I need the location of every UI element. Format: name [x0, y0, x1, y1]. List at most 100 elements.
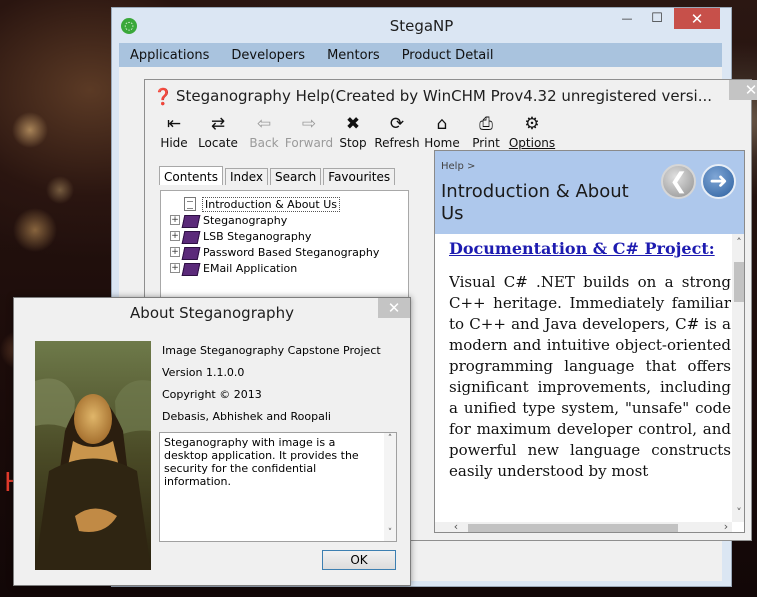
- authors-text: Debasis, Abhishek and Roopali: [162, 410, 331, 423]
- maximize-icon: ☐: [651, 11, 663, 26]
- book-icon: [181, 246, 199, 259]
- refresh-button[interactable]: ⟳ Refresh: [374, 110, 420, 150]
- tree-item[interactable]: Introduction & About Us: [161, 196, 408, 212]
- tree-item-label: LSB Steganography: [203, 229, 312, 243]
- scroll-up-icon[interactable]: ˄: [732, 236, 744, 249]
- home-button[interactable]: ⌂ Home: [420, 110, 464, 150]
- tree-item-label: Steganography: [203, 213, 288, 227]
- about-title: About Steganography: [130, 304, 294, 322]
- main-close-button[interactable]: ✕: [674, 8, 720, 29]
- ok-button[interactable]: OK: [322, 550, 396, 570]
- page-icon: [184, 197, 196, 211]
- expand-icon[interactable]: +: [170, 263, 180, 273]
- tree-item[interactable]: + LSB Steganography: [161, 228, 408, 244]
- options-label: Options: [508, 136, 556, 150]
- contents-tree: Introduction & About Us + Steganography …: [160, 190, 409, 298]
- expand-icon[interactable]: +: [170, 215, 180, 225]
- help-window-title: Steganography Help(Created by WinCHM Pro…: [176, 87, 713, 105]
- back-button[interactable]: ⇦ Back: [242, 110, 286, 150]
- locate-label: Locate: [198, 136, 238, 150]
- expand-icon[interactable]: +: [170, 247, 180, 257]
- description-scrollbar[interactable]: ˄ ˅: [384, 433, 396, 541]
- tree-item[interactable]: + Steganography: [161, 212, 408, 228]
- minimize-icon: —: [621, 12, 633, 25]
- menu-mentors[interactable]: Mentors: [316, 48, 391, 63]
- scroll-thumb[interactable]: [734, 262, 744, 302]
- topic-header: Help > Introduction & About Us ❮ ➜: [435, 151, 744, 234]
- description-textbox[interactable]: Steganography with image is a desktop ap…: [159, 432, 397, 542]
- horizontal-scrollbar[interactable]: ‹ ›: [435, 520, 733, 532]
- doc-heading-link[interactable]: Documentation & C# Project:: [449, 239, 715, 258]
- tab-index[interactable]: Index: [224, 168, 269, 185]
- tab-favourites[interactable]: Favourites: [323, 168, 396, 185]
- about-close-button[interactable]: ✕: [378, 298, 410, 318]
- version-text: Version 1.1.0.0: [162, 366, 245, 379]
- locate-button[interactable]: ⇄ Locate: [194, 110, 242, 150]
- breadcrumb[interactable]: Help >: [441, 161, 475, 172]
- forward-arrow-icon: ⇨: [301, 114, 317, 134]
- previous-topic-button[interactable]: ❮: [661, 164, 696, 199]
- topic-title: Introduction & About Us: [441, 181, 629, 224]
- tree-item-label: Password Based Steganography: [203, 245, 380, 259]
- tree-item-label: Introduction & About Us: [202, 196, 340, 212]
- scroll-right-icon[interactable]: ›: [719, 520, 733, 532]
- print-label: Print: [472, 136, 500, 150]
- help-close-button[interactable]: ✕: [729, 80, 757, 100]
- description-text: Steganography with image is a desktop ap…: [164, 436, 359, 488]
- help-toolbar: ⇤ Hide ⇄ Locate ⇦ Back ⇨ Forward ✖ Stop …: [154, 110, 744, 150]
- print-button[interactable]: ⎙ Print: [464, 110, 508, 150]
- print-icon: ⎙: [479, 114, 493, 134]
- stop-button[interactable]: ✖ Stop: [332, 110, 374, 150]
- hide-button[interactable]: ⇤ Hide: [154, 110, 194, 150]
- refresh-label: Refresh: [374, 136, 420, 150]
- tree-item-label: EMail Application: [203, 261, 298, 275]
- locate-icon: ⇄: [210, 114, 226, 134]
- forward-button[interactable]: ⇨ Forward: [284, 110, 334, 150]
- copyright-text: Copyright © 2013: [162, 388, 262, 401]
- hide-icon: ⇤: [166, 114, 182, 134]
- book-icon: [181, 230, 199, 243]
- menu-applications[interactable]: Applications: [119, 48, 220, 63]
- menu-developers[interactable]: Developers: [220, 48, 316, 63]
- maximize-button[interactable]: ☐: [642, 8, 672, 29]
- arrow-right-icon: ➜: [709, 169, 728, 194]
- book-icon: [181, 262, 199, 275]
- product-name: Image Steganography Capstone Project: [162, 344, 381, 357]
- back-label: Back: [249, 136, 279, 150]
- nav-tabs: Contents Index Search Favourites: [159, 166, 397, 185]
- tab-search[interactable]: Search: [270, 168, 322, 185]
- about-dialog: About Steganography ✕ Image Steganograph…: [13, 297, 411, 586]
- help-book-icon: ❓: [153, 87, 173, 106]
- tree-item[interactable]: + EMail Application: [161, 260, 408, 276]
- refresh-icon: ⟳: [389, 114, 405, 134]
- menu-product-detail[interactable]: Product Detail: [391, 48, 505, 63]
- vertical-scrollbar[interactable]: ˄ ˅: [732, 234, 744, 522]
- back-arrow-icon: ⇦: [256, 114, 272, 134]
- options-button[interactable]: ⚙ Options: [508, 110, 556, 150]
- book-icon: [181, 214, 199, 227]
- help-titlebar[interactable]: ❓ Steganography Help(Created by WinCHM P…: [145, 80, 757, 110]
- stop-icon: ✖: [345, 114, 361, 134]
- scroll-down-icon[interactable]: ˅: [732, 506, 744, 519]
- close-icon: ✕: [387, 299, 401, 317]
- close-icon: ✕: [744, 81, 757, 99]
- tree-item[interactable]: + Password Based Steganography: [161, 244, 408, 260]
- scroll-up-icon[interactable]: ˄: [383, 433, 397, 446]
- forward-label: Forward: [284, 136, 334, 150]
- hide-label: Hide: [160, 136, 188, 150]
- main-titlebar[interactable]: ◌ StegaNP — ☐ ✕: [112, 8, 731, 42]
- scroll-left-icon[interactable]: ‹: [449, 520, 463, 532]
- help-content-pane: Help > Introduction & About Us ❮ ➜ Docum…: [434, 150, 745, 533]
- next-topic-button[interactable]: ➜: [701, 164, 736, 199]
- expand-icon[interactable]: +: [170, 231, 180, 241]
- doc-body-text: Visual C# .NET builds on a strong C++ he…: [449, 273, 731, 480]
- minimize-button[interactable]: —: [612, 8, 642, 29]
- tab-contents[interactable]: Contents: [159, 166, 223, 185]
- about-titlebar[interactable]: About Steganography ✕: [14, 298, 410, 328]
- stop-label: Stop: [339, 136, 367, 150]
- home-icon: ⌂: [436, 114, 448, 134]
- scroll-down-icon[interactable]: ˅: [383, 527, 397, 540]
- mona-lisa-image: [35, 341, 151, 570]
- hscroll-thumb[interactable]: [468, 524, 678, 532]
- home-label: Home: [424, 136, 460, 150]
